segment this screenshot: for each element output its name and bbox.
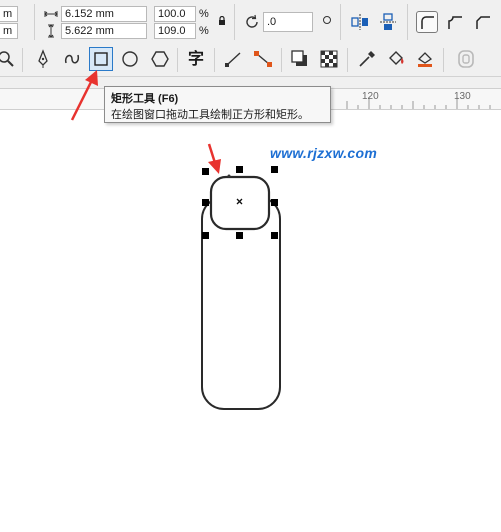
scalloped-corner-icon[interactable] — [445, 12, 465, 32]
ruler-label: 130 — [454, 91, 471, 102]
mirror-vertical-icon[interactable] — [378, 12, 398, 32]
separator — [214, 48, 215, 72]
tooltip: 矩形工具 (F6) 在绘图窗口拖动工具绘制正方形和矩形。 — [104, 86, 331, 123]
width-field[interactable]: 6.152 mm — [61, 6, 147, 22]
selected-rounded-rectangle[interactable] — [209, 175, 271, 231]
fill-bucket-icon[interactable] — [384, 47, 408, 71]
separator — [347, 48, 348, 72]
toolbox: 字 — [0, 44, 501, 77]
connector-icon[interactable] — [251, 47, 275, 71]
scale-x-field[interactable]: 100.0 — [154, 6, 196, 22]
rectangle-tool-icon[interactable] — [89, 47, 113, 71]
outline-icon[interactable] — [454, 47, 478, 71]
selection-handle[interactable] — [236, 232, 243, 239]
ruler-label: 120 — [362, 91, 379, 102]
selection-handle[interactable] — [202, 199, 209, 206]
polygon-tool-icon[interactable] — [148, 47, 172, 71]
height-field[interactable]: 5.622 mm — [61, 23, 147, 39]
scale-y-field[interactable]: 109.0 — [154, 23, 196, 39]
smart-fill-icon[interactable] — [413, 47, 437, 71]
width-arrows-icon — [44, 8, 58, 20]
drop-shadow-icon[interactable] — [288, 47, 312, 71]
x-position-field[interactable]: m — [0, 6, 18, 22]
round-corner-icon[interactable] — [416, 11, 438, 33]
separator — [22, 48, 23, 72]
node-marker — [227, 174, 231, 178]
selection-handle[interactable] — [202, 168, 209, 175]
mirror-horizontal-icon[interactable] — [350, 12, 370, 32]
y-position-field[interactable]: m — [0, 23, 18, 39]
line-connector-icon[interactable] — [222, 47, 246, 71]
selection-handle[interactable] — [236, 166, 243, 173]
height-arrows-icon — [46, 24, 56, 38]
chamfer-corner-icon[interactable] — [473, 12, 493, 32]
separator — [281, 48, 282, 72]
freehand-icon[interactable] — [60, 47, 84, 71]
selection-handle[interactable] — [271, 232, 278, 239]
percent-label: % — [199, 25, 209, 37]
separator — [340, 4, 341, 40]
percent-label: % — [199, 8, 209, 20]
rotate-icon — [243, 13, 261, 31]
tooltip-title: 矩形工具 (F6) — [111, 93, 179, 105]
selection-handle[interactable] — [271, 166, 278, 173]
lock-ratio-icon[interactable] — [218, 15, 226, 26]
pen-icon[interactable] — [31, 47, 55, 71]
drawing-canvas[interactable] — [0, 110, 501, 532]
rotation-field[interactable]: .0 — [263, 12, 313, 32]
separator — [443, 48, 444, 72]
separator — [177, 48, 178, 72]
ellipse-tool-icon[interactable] — [118, 47, 142, 71]
selection-handle[interactable] — [202, 232, 209, 239]
zoom-icon[interactable] — [0, 47, 18, 71]
watermark-text: www.rjzxw.com — [270, 145, 378, 161]
selection-handle[interactable] — [271, 199, 278, 206]
separator — [34, 4, 35, 40]
eyedropper-icon[interactable] — [355, 47, 379, 71]
tooltip-description: 在绘图窗口拖动工具绘制正方形和矩形。 — [111, 109, 309, 121]
separator — [407, 4, 408, 40]
degree-symbol — [323, 16, 331, 24]
text-tool-icon[interactable]: 字 — [184, 47, 208, 71]
separator — [234, 4, 235, 40]
transparency-icon[interactable] — [317, 47, 341, 71]
property-bar: m m 6.152 mm 5.622 mm 100.0 % 109.0 % .0 — [0, 0, 501, 45]
